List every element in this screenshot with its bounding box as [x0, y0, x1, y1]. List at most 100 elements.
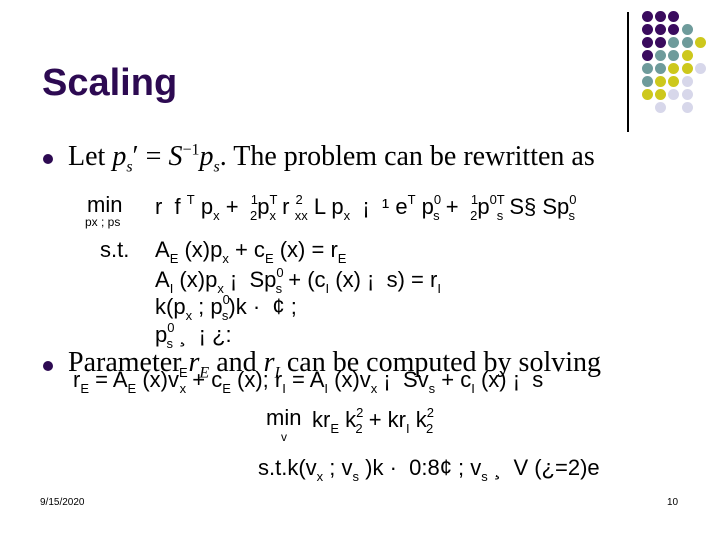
math-token: (x)v: [136, 367, 179, 392]
min-subscript-2: v: [281, 430, 287, 444]
decorative-dot-yellow: [668, 63, 680, 74]
math-token: E: [264, 251, 274, 266]
math-token: T: [407, 192, 416, 207]
math-token: ; v: [323, 455, 353, 480]
math-token: k: [339, 407, 357, 432]
math-token: )k · ¢ ;: [228, 294, 297, 319]
math-token: (x) = r: [273, 237, 338, 262]
residual-definition-overlay: rE = AE (x)vEx + cE (x); rI = AI (x)vx ¡…: [73, 365, 543, 396]
footer-page-number: 10: [667, 497, 679, 508]
decorative-dot-yellow: [681, 63, 693, 74]
math-token: +: [219, 194, 251, 219]
decorative-dot-lavender: [681, 89, 693, 100]
decorative-dot-purple: [655, 37, 667, 48]
math-token: = A: [285, 367, 325, 392]
var-ps: p: [199, 141, 214, 172]
decorative-dot-lavender: [668, 89, 680, 100]
math-token: k: [409, 407, 427, 432]
math-token: 2: [355, 421, 363, 436]
math-token: + (c: [282, 267, 326, 292]
decorative-divider-line: [627, 12, 629, 132]
min-label-2: min: [266, 405, 302, 430]
bullet-1-lead: Let: [68, 141, 113, 172]
math-token: + kr: [362, 407, 406, 432]
math-token: p: [194, 194, 214, 219]
var-S-sup: −1: [182, 141, 200, 159]
math-token: L p: [307, 194, 344, 219]
math-token: +: [439, 194, 471, 219]
prime-equals: ′ =: [132, 141, 169, 172]
math-token: ¡: [350, 194, 382, 219]
decorative-dot-teal: [681, 24, 693, 35]
least-squares-objective: krE k22 + krI k22: [312, 405, 434, 436]
decorative-dot-yellow: [681, 50, 693, 61]
var-ps-prime: p: [112, 141, 127, 172]
math-token: + c: [186, 367, 223, 392]
math-token: p: [415, 194, 434, 219]
math-token: A: [155, 267, 170, 292]
decorative-dot-purple: [642, 11, 653, 22]
math-token: + c: [435, 367, 472, 392]
math-token: 0: [569, 192, 577, 207]
math-token: T: [186, 192, 195, 207]
constraint-trust-region: k(px ; p0s)k · ¢ ;: [155, 292, 297, 323]
math-token: ¡ Sv: [377, 367, 429, 392]
decorative-dot-teal: [655, 63, 667, 74]
bullet-icon: [43, 361, 53, 371]
decorative-dot-purple: [655, 11, 667, 22]
decorative-dot-lavender: [681, 102, 693, 113]
decorative-dot-yellow: [668, 76, 680, 87]
math-token: = A: [89, 367, 128, 392]
decorative-dot-purple: [655, 24, 667, 35]
slide-title: Scaling: [42, 62, 178, 104]
math-token: s: [568, 208, 576, 223]
math-token: ¡ Sp: [223, 267, 277, 292]
math-token: I: [437, 281, 441, 296]
math-token: (x) ¡ s) = r: [329, 267, 438, 292]
decorative-dot-yellow: [642, 89, 653, 100]
footer-date: 9/15/2020: [40, 497, 85, 508]
decorative-dot-lavender: [655, 102, 667, 113]
decorative-dot-purple: [642, 24, 653, 35]
math-token: (x); r: [230, 367, 283, 392]
math-token: k(p: [155, 294, 186, 319]
least-squares-constraint: s.t.k(vx ; vs )k · 0:8¢ ; vs ¸ V (¿=2)e: [258, 455, 600, 484]
math-token: 2: [295, 192, 303, 207]
decorative-dot-yellow: [655, 89, 667, 100]
math-token: S§ Sp: [503, 194, 570, 219]
decorative-dot-purple: [668, 11, 680, 22]
decorative-dot-teal: [668, 37, 680, 48]
bullet-text-1: Let ps′ = S−1ps. The problem can be rewr…: [68, 141, 595, 177]
math-token: ¸ V (¿=2)e: [487, 455, 600, 480]
decorative-dot-lavender: [694, 63, 706, 74]
math-token: ¹ e: [381, 194, 408, 219]
math-token: E: [127, 381, 137, 396]
math-token: s.t.k(v: [258, 455, 317, 480]
decorative-dot-teal: [681, 37, 693, 48]
math-token: E: [80, 381, 89, 396]
math-token: E: [222, 381, 231, 396]
math-token: ; p: [192, 294, 223, 319]
subject-to-label: s.t.: [100, 237, 130, 262]
math-token: (x)p: [178, 237, 223, 262]
decorative-dot-purple: [668, 24, 680, 35]
bullet-1-tail: . The problem can be rewritten as: [219, 141, 595, 172]
min-subscript: px ; ps: [85, 215, 121, 229]
var-S: S: [168, 141, 183, 172]
math-token: p: [477, 194, 490, 219]
math-token: E: [330, 421, 339, 436]
constraint-equality: AE (x)px + cE (x) = rE: [155, 237, 346, 266]
math-token: (x)v: [328, 367, 371, 392]
decorative-dot-teal: [668, 50, 680, 61]
math-token: r f: [155, 194, 187, 219]
decorative-dot-lavender: [681, 76, 693, 87]
decorative-dot-teal: [655, 50, 667, 61]
decorative-dot-purple: [642, 37, 653, 48]
math-token: E: [337, 251, 347, 266]
math-token: + c: [228, 237, 265, 262]
decorative-dot-teal: [642, 76, 653, 87]
objective-function: r f T px + 12pTx r 2xx L px ¡ ¹ eT p0s +…: [155, 192, 577, 223]
math-token: 2: [426, 405, 434, 420]
decorative-dot-yellow: [694, 37, 706, 48]
math-token: )k · 0:8¢ ; v: [359, 455, 482, 480]
